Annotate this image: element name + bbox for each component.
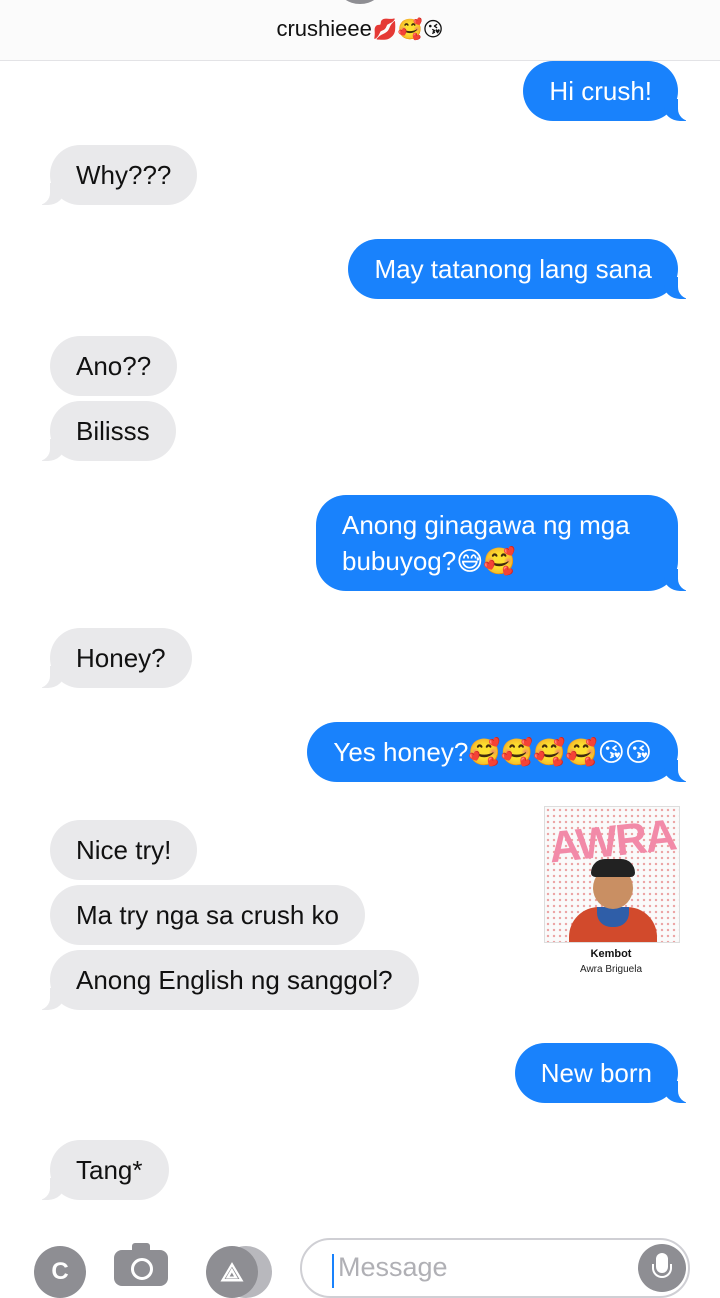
sticker-artist: Awra Briguela [579,964,643,975]
message-bubble-outgoing[interactable]: New born [514,1043,699,1103]
app-store-icon[interactable]: ⟁ [206,1246,258,1298]
message-composer-bar: C ⟁ Message [0,1232,720,1298]
message-input[interactable]: Message [300,1238,690,1298]
message-input-placeholder: Message [338,1252,448,1282]
sticker-title: Kembot [590,948,632,960]
message-bubble-incoming[interactable]: Bilisss [30,401,176,461]
message-bubble-incoming[interactable]: Ma try nga sa crush ko [50,885,365,945]
sticker-figure-hair [591,859,635,877]
camera-icon[interactable] [114,1243,168,1286]
contact-name-text: crushieee [276,16,372,41]
contact-avatar[interactable] [338,0,382,4]
conversation-header: crushieee💋🥰😘 [0,0,720,61]
message-bubble-outgoing[interactable]: Hi crush! [523,61,698,121]
app-drawer-button[interactable]: C [34,1246,86,1298]
microphone-icon[interactable] [638,1244,686,1292]
message-bubble-outgoing[interactable]: May tatanong lang sana [348,239,698,299]
sticker-image[interactable]: AWRA [544,806,680,943]
message-bubble-incoming[interactable]: Anong English ng sanggol? [30,950,419,1010]
contact-name[interactable]: crushieee💋🥰😘 [0,16,720,42]
message-bubble-incoming[interactable]: Ano?? [50,336,178,396]
contact-name-emojis: 💋🥰😘 [372,19,444,41]
message-bubble-outgoing[interactable]: Anong ginagawa ng mga bubuyog?😅🥰 [316,495,698,591]
message-bubble-incoming[interactable]: Nice try! [50,820,198,880]
text-caret [332,1254,334,1288]
message-bubble-incoming[interactable]: Honey? [30,628,192,688]
message-bubble-outgoing[interactable]: Yes honey?🥰🥰🥰🥰😘😘 [307,722,698,782]
message-bubble-incoming[interactable]: Tang* [30,1140,169,1200]
message-thread[interactable]: Hi crush! Why??? May tatanong lang sana … [0,61,720,1231]
message-bubble-incoming[interactable]: Why??? [29,145,198,205]
